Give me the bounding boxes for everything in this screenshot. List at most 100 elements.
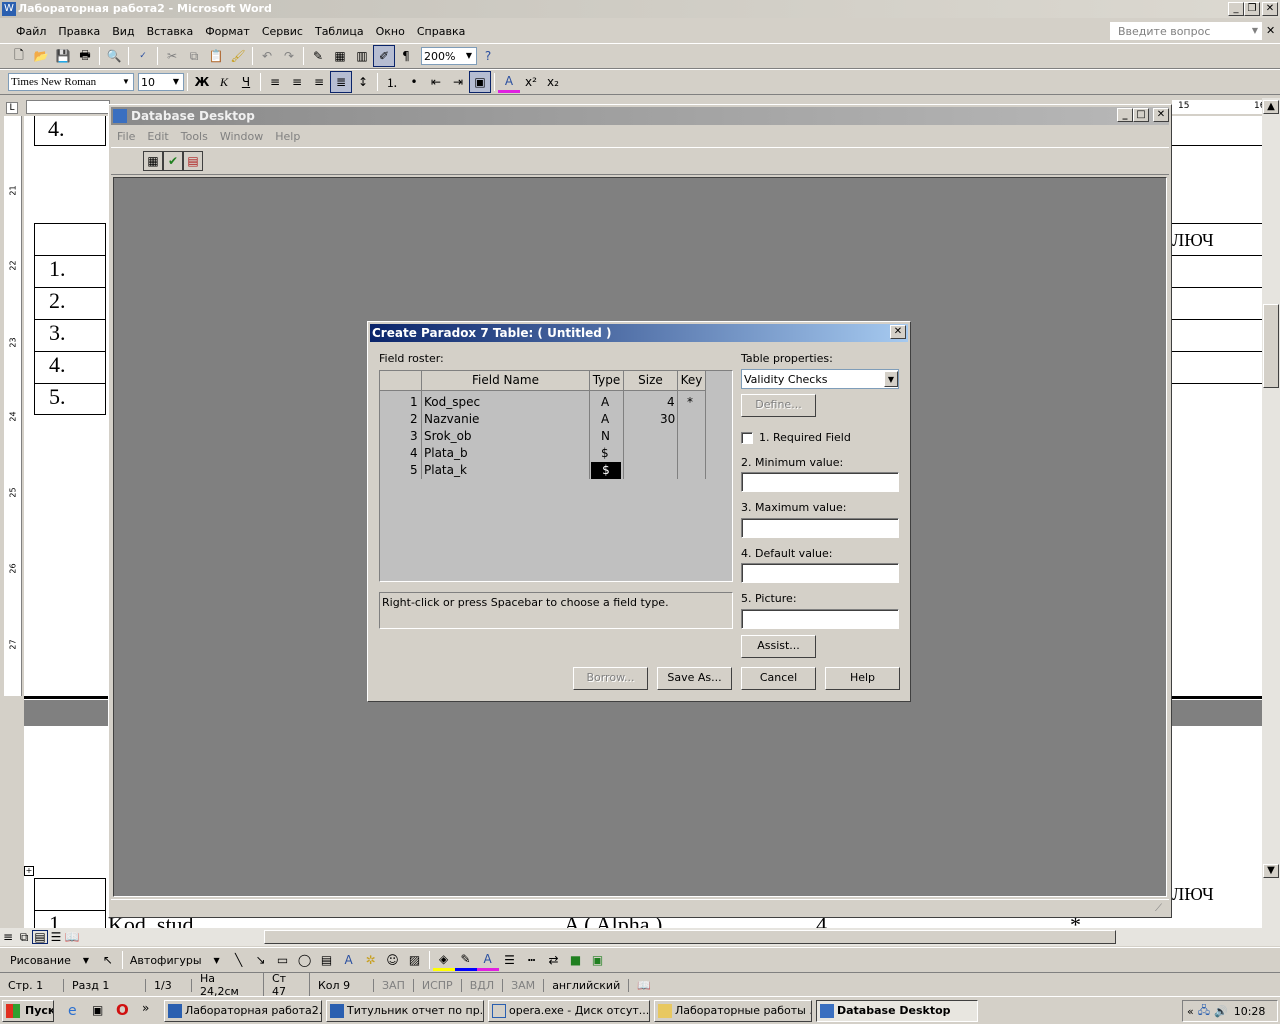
diagram-icon[interactable]: ✲ [360, 949, 382, 971]
picture-icon[interactable]: ▨ [404, 949, 426, 971]
show-formatting-icon[interactable]: ¶ [395, 45, 417, 67]
network-icon[interactable]: 🖧 [1198, 1002, 1210, 1021]
task-opera[interactable]: opera.exe - Диск отсут... [488, 1000, 650, 1022]
spelling-icon[interactable]: ✓ [132, 45, 154, 67]
dbd-menu-help[interactable]: Help [269, 130, 306, 143]
min-value-input[interactable] [741, 472, 899, 492]
roster-row-5[interactable]: 5 Plata_k $ [380, 462, 706, 479]
drawing-icon[interactable]: ✐ [373, 45, 395, 67]
vertical-scrollbar[interactable]: ▲ ▼ [1262, 98, 1280, 928]
menu-tools[interactable]: Сервис [256, 25, 309, 38]
font-size-select[interactable]: 10 ▼ [138, 73, 184, 91]
resize-grip-icon[interactable]: ⟋ [1155, 903, 1162, 914]
field-name-cell[interactable]: Srok_ob [424, 428, 472, 445]
key-cell[interactable]: * [687, 394, 693, 411]
numbering-icon[interactable]: ⒈ [381, 71, 403, 93]
dbd-menu-edit[interactable]: Edit [141, 130, 174, 143]
horizontal-scroll-thumb[interactable] [264, 930, 1116, 944]
dbd-menu-tools[interactable]: Tools [175, 130, 214, 143]
scroll-down-icon[interactable]: ▼ [1263, 864, 1279, 878]
3d-icon[interactable]: ▣ [587, 949, 609, 971]
size-cell[interactable]: 4 [667, 394, 675, 411]
copy-icon[interactable]: ⧉ [183, 45, 205, 67]
task-folder[interactable]: Лабораторные работы ... [654, 1000, 812, 1022]
text-color-icon[interactable]: A [476, 949, 499, 971]
increase-indent-icon[interactable]: ⇥ [447, 71, 469, 93]
clipart-icon[interactable]: ☺ [382, 949, 404, 971]
help-icon[interactable]: ? [477, 45, 499, 67]
menu-window[interactable]: Окно [370, 25, 411, 38]
fill-color-icon[interactable]: ◈ [432, 949, 455, 971]
underline-button[interactable]: Ч [235, 71, 257, 93]
reading-view-icon[interactable]: 📖 [64, 930, 80, 944]
save-as-button[interactable]: Save As... [657, 667, 732, 690]
arrow-style-icon[interactable]: ⇄ [543, 949, 565, 971]
oval-icon[interactable]: ◯ [294, 949, 316, 971]
decrease-indent-icon[interactable]: ⇤ [425, 71, 447, 93]
font-color-icon[interactable]: A [498, 71, 520, 93]
tray-expand-icon[interactable]: « [1187, 1005, 1194, 1018]
shadow-icon[interactable]: ■ [565, 949, 587, 971]
dbd-menu-window[interactable]: Window [214, 130, 269, 143]
close-document-icon[interactable]: ✕ [1266, 24, 1275, 37]
font-size-arrow-icon[interactable]: ▼ [169, 74, 183, 90]
task-database-desktop[interactable]: Database Desktop [816, 1000, 978, 1022]
drawing-arrow-icon[interactable]: ▼ [75, 949, 97, 971]
drawing-menu[interactable]: Рисование [6, 954, 75, 967]
assist-button[interactable]: Assist... [741, 635, 816, 658]
menu-view[interactable]: Вид [106, 25, 140, 38]
help-button[interactable]: Help [825, 667, 900, 690]
type-cell[interactable]: $ [601, 445, 609, 462]
type-cell[interactable]: N [601, 428, 610, 445]
redo-icon[interactable]: ↷ [278, 45, 300, 67]
open-query-icon[interactable]: ✔ [163, 151, 183, 171]
line-spacing-icon[interactable]: ↕ [352, 71, 374, 93]
task-word-doc1[interactable]: Лабораторная работа2... [164, 1000, 322, 1022]
autoshapes-menu[interactable]: Автофигуры [126, 954, 206, 967]
insert-table-icon[interactable]: ▦ [329, 45, 351, 67]
dbd-maximize-icon[interactable]: □ [1133, 108, 1149, 122]
close-icon[interactable]: ✕ [1262, 2, 1278, 16]
dbd-minimize-icon[interactable]: _ [1117, 108, 1133, 122]
zoom-select[interactable]: 200% ▼ [421, 47, 477, 65]
quicklaunch-opera-icon[interactable]: O [116, 1001, 129, 1019]
table-properties-select[interactable]: Validity Checks ▼ [741, 369, 899, 389]
create-table-dialog[interactable]: Create Paradox 7 Table: ( Untitled ) ✕ F… [367, 321, 911, 702]
format-painter-icon[interactable]: 🖌 [227, 45, 249, 67]
align-center-icon[interactable]: ≡ [286, 71, 308, 93]
italic-button[interactable]: К [213, 71, 235, 93]
undo-icon[interactable]: ↶ [256, 45, 278, 67]
ask-question-input[interactable]: Введите вопрос ▼ [1110, 22, 1262, 40]
field-name-cell[interactable]: Kod_spec [424, 394, 480, 411]
tab-selector-icon[interactable]: L [6, 102, 18, 114]
dbd-close-icon[interactable]: ✕ [1153, 108, 1169, 122]
outline-view-icon[interactable]: ☰ [48, 930, 64, 944]
roster-row-2[interactable]: 2 Nazvanie A 30 [380, 411, 706, 428]
rectangle-icon[interactable]: ▭ [272, 949, 294, 971]
field-roster-grid[interactable]: Field Name Type Size Key 1 Kod_spec A 4 … [379, 370, 733, 582]
columns-icon[interactable]: ▥ [351, 45, 373, 67]
menu-table[interactable]: Таблица [309, 25, 370, 38]
bold-button[interactable]: Ж [191, 71, 213, 93]
task-word-doc2[interactable]: Титульник отчет по пр... [326, 1000, 484, 1022]
zoom-arrow-icon[interactable]: ▼ [462, 48, 476, 64]
cut-icon[interactable]: ✂ [161, 45, 183, 67]
subscript-icon[interactable]: x₂ [542, 71, 564, 93]
align-left-icon[interactable]: ≡ [264, 71, 286, 93]
minimize-icon[interactable]: _ [1228, 2, 1244, 16]
field-name-cell[interactable]: Plata_b [424, 445, 468, 462]
size-cell[interactable]: 30 [660, 411, 675, 428]
table-move-handle-icon[interactable]: + [24, 866, 34, 876]
superscript-icon[interactable]: x² [520, 71, 542, 93]
justify-icon[interactable]: ≣ [330, 71, 352, 93]
open-table-icon[interactable]: ▦ [143, 151, 163, 171]
type-cell[interactable]: A [601, 394, 609, 411]
menu-insert[interactable]: Вставка [141, 25, 200, 38]
paste-icon[interactable]: 📋 [205, 45, 227, 67]
print-layout-icon[interactable]: ▤ [32, 930, 48, 944]
roster-row-1[interactable]: 1 Kod_spec A 4 * [380, 394, 706, 411]
print-icon[interactable]: 🖶 [74, 45, 96, 67]
open-form-icon[interactable]: ▤ [183, 151, 203, 171]
align-right-icon[interactable]: ≡ [308, 71, 330, 93]
spelling-status-icon[interactable]: 📖 [629, 979, 659, 992]
